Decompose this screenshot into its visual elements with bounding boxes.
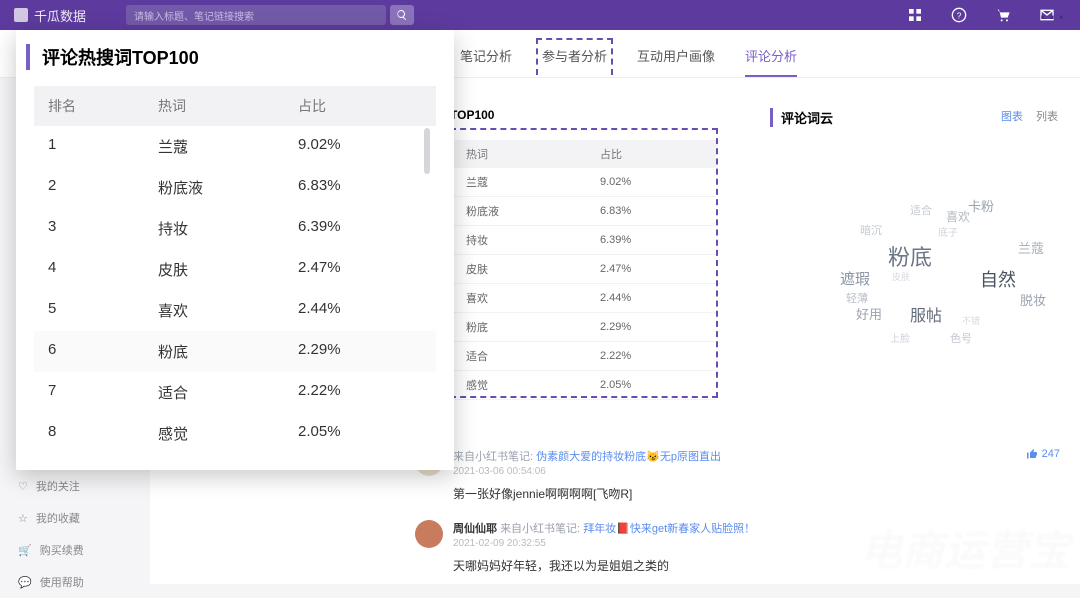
table-row: 7适合2.22% [34, 372, 436, 413]
wc-word: 粉底 [888, 240, 932, 272]
comment-text: 天哪妈妈好年轻，我还以为是姐姐之类的 [453, 557, 755, 574]
table-row: 兰蔻9.02% [452, 168, 716, 197]
mini-table-title: TOP100 [450, 108, 494, 122]
mini-th-word: 热词 [452, 140, 586, 168]
wc-word: 轻薄 [846, 290, 868, 306]
wc-word: 遮瑕 [840, 268, 870, 289]
table-row: 8感觉2.05% [34, 413, 436, 454]
note-link[interactable]: 拜年妆📕快来get新春家人贴脸照！ [583, 523, 755, 535]
thumb-icon [1026, 448, 1038, 460]
wordcloud-title: 评论词云 [770, 108, 833, 127]
wc-word: 兰蔻 [1018, 238, 1044, 257]
table-row: 皮肤2.47% [452, 255, 716, 284]
wc-word: 色号 [950, 330, 972, 346]
overflow-icon[interactable]: ⋯ [1038, 0, 1066, 33]
wordcloud-toggle: 图表 列表 [991, 108, 1058, 124]
comment-text: 第一张好像jennie啊啊啊啊[飞吻R] [453, 485, 721, 502]
table-row: 粉底2.29% [452, 313, 716, 342]
comment-item: 来自小红书笔记: 伪素颜大爱的持妆粉底😼无p原图直出 2021-03-06 00… [415, 448, 1060, 502]
wc-word: 好用 [856, 304, 882, 323]
heart-icon: ♡ [18, 480, 28, 493]
wc-word: 服帖 [910, 302, 942, 326]
wc-word: 底子 [938, 224, 958, 239]
avatar[interactable] [415, 520, 443, 548]
tab-participant-analysis[interactable]: 参与者分析 [542, 46, 607, 77]
table-row: 持妆6.39% [452, 226, 716, 255]
sidebar-item-help[interactable]: 💬使用帮助 [0, 566, 140, 598]
chat-icon: 💬 [18, 576, 32, 589]
brand-icon [14, 8, 28, 22]
table-row: 3持妆6.39% [34, 208, 436, 249]
comment-date: 2021-02-09 20:32:55 [453, 538, 755, 549]
table-row: 4皮肤2.47% [34, 249, 436, 290]
svg-text:?: ? [957, 10, 962, 20]
sidebar-item-follow[interactable]: ♡我的关注 [0, 470, 140, 502]
mini-hotword-table: 热词占比 兰蔻9.02% 粉底液6.83% 持妆6.39% 皮肤2.47% 喜欢… [450, 128, 718, 398]
table-row: 1兰蔻9.02% [34, 126, 436, 167]
search-input[interactable]: 请输入标题、笔记链接搜索 [126, 5, 386, 25]
wc-word: 卡粉 [968, 196, 994, 215]
search-button[interactable] [390, 5, 414, 25]
apps-icon[interactable] [906, 6, 924, 24]
wc-word: 上脸 [890, 330, 910, 345]
wc-word: 适合 [910, 202, 932, 218]
comment-meta: 来自小红书笔记: 伪素颜大爱的持妆粉底😼无p原图直出 [453, 448, 721, 464]
mini-th-pct: 占比 [586, 140, 716, 168]
tab-user-portrait[interactable]: 互动用户画像 [637, 46, 715, 77]
wordcloud-canvas: 粉底 自然 遮瑕 兰蔻 服帖 好用 脱妆 轻薄 喜欢 适合 卡粉 暗沉 底子 色… [840, 178, 1070, 348]
hotword-table: 排名 热词 占比 1兰蔻9.02% 2粉底液6.83% 3持妆6.39% 4皮肤… [34, 86, 436, 454]
tab-comment-analysis[interactable]: 评论分析 [745, 46, 797, 77]
tab-note-analysis[interactable]: 笔记分析 [460, 46, 512, 77]
note-link[interactable]: 伪素颜大爱的持妆粉底😼无p原图直出 [536, 451, 721, 463]
scrollbar[interactable] [424, 128, 430, 174]
wc-word: 皮肤 [892, 270, 910, 283]
table-row: 粉底液6.83% [452, 197, 716, 226]
topbar-actions: ? [906, 6, 1056, 24]
sidebar-item-fav[interactable]: ☆我的收藏 [0, 502, 140, 534]
hotword-popup: 评论热搜词TOP100 排名 热词 占比 1兰蔻9.02% 2粉底液6.83% … [16, 30, 454, 470]
table-row: 2粉底液6.83% [34, 167, 436, 208]
table-row: 6粉底2.29% [34, 331, 436, 372]
comment-meta: 周仙仙耶 来自小红书笔记: 拜年妆📕快来get新春家人贴脸照！ [453, 520, 755, 536]
comment-list: 来自小红书笔记: 伪素颜大爱的持妆粉底😼无p原图直出 2021-03-06 00… [415, 448, 1060, 592]
th-rank: 排名 [48, 96, 158, 116]
help-icon[interactable]: ? [950, 6, 968, 24]
brand-logo[interactable]: 千瓜数据 [14, 6, 86, 25]
th-pct: 占比 [298, 96, 422, 116]
brand-text: 千瓜数据 [34, 6, 86, 25]
search-placeholder: 请输入标题、笔记链接搜索 [134, 8, 254, 23]
wc-word: 暗沉 [860, 222, 882, 238]
table-row: 适合2.22% [452, 342, 716, 371]
wc-word: 喜欢 [946, 208, 970, 225]
wc-word: 脱妆 [1020, 290, 1046, 309]
topbar: 千瓜数据 请输入标题、笔记链接搜索 ? ⋯ [0, 0, 1080, 30]
toggle-list[interactable]: 列表 [1036, 111, 1058, 123]
star-icon: ☆ [18, 512, 28, 525]
commenter-name[interactable]: 周仙仙耶 [453, 523, 497, 535]
toggle-chart[interactable]: 图表 [1001, 111, 1023, 123]
table-row: 喜欢2.44% [452, 284, 716, 313]
comment-date: 2021-03-06 00:54:06 [453, 466, 721, 477]
search-icon [396, 9, 408, 21]
wc-word: 自然 [980, 266, 1016, 292]
cart-icon: 🛒 [18, 544, 32, 557]
th-word: 热词 [158, 96, 298, 116]
table-row: 感觉2.05% [452, 371, 716, 400]
like-count[interactable]: 247 [1026, 448, 1060, 460]
cart-icon[interactable] [994, 6, 1012, 24]
sidebar: ♡我的关注 ☆我的收藏 🛒购买续费 💬使用帮助 [0, 470, 140, 598]
comment-item: 周仙仙耶 来自小红书笔记: 拜年妆📕快来get新春家人贴脸照！ 2021-02-… [415, 520, 1060, 574]
popup-title: 评论热搜词TOP100 [26, 44, 454, 70]
sidebar-item-buy[interactable]: 🛒购买续费 [0, 534, 140, 566]
wc-word: 不错 [962, 314, 980, 327]
table-row: 5喜欢2.44% [34, 290, 436, 331]
